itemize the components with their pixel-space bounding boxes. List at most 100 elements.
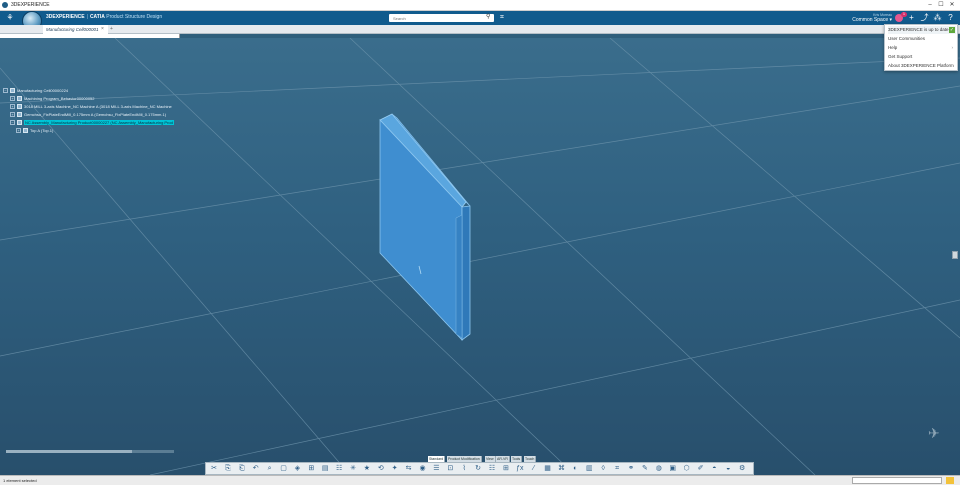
undo-icon[interactable]: ↶ bbox=[252, 465, 260, 473]
os-titlebar: 3DEXPERIENCE – ☐ ✕ bbox=[0, 0, 960, 11]
sweep-icon[interactable]: ⌇ bbox=[460, 465, 468, 473]
link-icon[interactable]: ⚭ bbox=[627, 465, 635, 473]
parameter-icon[interactable]: ⁄ bbox=[530, 465, 538, 473]
collapse-icon[interactable]: − bbox=[3, 88, 8, 94]
tree-node-top-a[interactable]: + Top A (Top.1) bbox=[16, 127, 53, 134]
dassault-logo-icon[interactable]: ⚘ bbox=[5, 13, 15, 23]
status-bar: 1 element selected bbox=[0, 475, 960, 485]
minimize-button[interactable]: – bbox=[925, 1, 935, 9]
tab-bar: Manufacturing Cell000001 × + bbox=[0, 25, 960, 34]
user-block[interactable]: Kris Moreau Common Space ▾ bbox=[852, 13, 892, 24]
search-icon[interactable]: ⚲ bbox=[486, 14, 493, 21]
cell-icon bbox=[10, 88, 15, 94]
machine-icon bbox=[17, 104, 22, 110]
app-icon bbox=[2, 2, 8, 8]
camera-icon[interactable]: ▣ bbox=[669, 465, 677, 473]
tree-node-nc-assembly[interactable]: − NC Assembly_Manufacturing Product000002… bbox=[10, 119, 174, 126]
check-icon: ✓ bbox=[949, 27, 955, 33]
expand-icon[interactable]: + bbox=[10, 96, 15, 102]
snap-icon[interactable]: ◈ bbox=[293, 465, 301, 473]
collapse-icon[interactable]: − bbox=[10, 120, 15, 126]
product-title: 3DEXPERIENCE | CATIA Product Structure Des… bbox=[46, 14, 162, 20]
app-label: CATIA bbox=[89, 14, 105, 20]
tree-node-tool[interactable]: + Gemchsu_FixPlateEndMill_0.175mm A (Gemc… bbox=[10, 111, 166, 118]
compass-icon[interactable]: ✦ bbox=[391, 465, 399, 473]
settings-icon[interactable]: ⚙ bbox=[738, 465, 746, 473]
pen-icon[interactable]: ✎ bbox=[641, 465, 649, 473]
tree-node-program[interactable]: + Machining Program_Behavior00000052 bbox=[10, 95, 95, 102]
tab-add-icon[interactable]: + bbox=[110, 25, 113, 34]
cube-icon[interactable]: ⬡ bbox=[683, 465, 691, 473]
share-icon[interactable]: ⇆ bbox=[405, 465, 413, 473]
tag-icon[interactable]: ⌗ bbox=[500, 13, 508, 22]
maximize-button[interactable]: ☐ bbox=[936, 1, 946, 9]
menu-item-about[interactable]: About 3DEXPERIENCE Platform bbox=[888, 62, 956, 70]
catalog-icon[interactable]: ☷ bbox=[335, 465, 343, 473]
star-icon[interactable]: ★ bbox=[363, 465, 371, 473]
add-icon[interactable]: + bbox=[907, 13, 916, 23]
help-icon[interactable]: ? bbox=[946, 13, 955, 23]
collab-space[interactable]: Common Space ▾ bbox=[852, 17, 892, 23]
zoom-icon[interactable]: ⌕ bbox=[266, 465, 274, 473]
table-icon[interactable]: ▤ bbox=[321, 465, 329, 473]
app-header: ⚘ 3DEXPERIENCE | CATIA Product Structure D… bbox=[0, 11, 960, 25]
menu-item-user-communities[interactable]: User Communities bbox=[888, 35, 956, 43]
expand-icon[interactable]: + bbox=[16, 128, 21, 134]
clash-icon[interactable]: ◊ bbox=[599, 465, 607, 473]
structure-icon[interactable]: ⊞ bbox=[502, 465, 510, 473]
help-menu: 3DEXPERIENCE is up to date ✓ User Commun… bbox=[884, 24, 958, 71]
assembly-icon bbox=[17, 120, 22, 126]
paste-icon[interactable]: ⎗ bbox=[238, 465, 246, 473]
program-icon bbox=[17, 96, 22, 102]
close-window-button[interactable]: ✕ bbox=[947, 1, 957, 9]
capture-icon[interactable]: ◉ bbox=[419, 465, 427, 473]
slider-icon[interactable]: ▥ bbox=[585, 465, 593, 473]
brand-label: 3DEXPERIENCE bbox=[46, 14, 85, 20]
submenu-arrow-icon: › bbox=[951, 45, 954, 50]
part-icon bbox=[23, 128, 28, 134]
apps-icon[interactable]: ⁂ bbox=[933, 13, 942, 23]
menu-item-up-to-date[interactable]: 3DEXPERIENCE is up to date ✓ bbox=[888, 26, 956, 34]
tab-manufacturing-cell[interactable]: Manufacturing Cell000001 bbox=[43, 25, 108, 34]
layers-icon[interactable]: ☷ bbox=[488, 465, 496, 473]
globe-icon[interactable]: ◍ bbox=[655, 465, 663, 473]
brush-icon[interactable]: ✐ bbox=[697, 465, 705, 473]
tool-icon bbox=[17, 112, 22, 118]
reframe-icon[interactable]: ⟲ bbox=[377, 465, 385, 473]
filter-icon[interactable]: ⌗ bbox=[613, 465, 621, 473]
part-top-a[interactable] bbox=[379, 113, 471, 342]
view-compass-icon[interactable]: ✈ bbox=[928, 424, 946, 442]
title-separator: | bbox=[86, 14, 88, 20]
share-icon[interactable]: ⤴ bbox=[920, 13, 929, 23]
tree-node-root[interactable]: − Manufacturing Cell00000224 bbox=[3, 87, 68, 94]
tree-node-machine[interactable]: +3018 MILL 3-axis Machine_NC Machine A (… bbox=[10, 103, 172, 110]
command-input[interactable] bbox=[852, 477, 942, 484]
action-bar: ✂ ⎘ ⎗ ↶ ⌕ ▢ ◈ ⊞ ▤ ☷ ✳ ★ ⟲ ✦ ⇆ ◉ ☰ ⊡ ⌇ ↻ ☷ ⊞ ƒx ⁄ ▦ ⌘ ◐ ▥ ◊ ⌗ ⚭ ✎ ◍ ▣ ⬡ ✐ ◓ ◒ ⚙ bbox=[205, 462, 754, 475]
menu-item-get-support[interactable]: Get Support bbox=[888, 53, 956, 61]
warning-icon[interactable] bbox=[946, 477, 954, 484]
assembly-icon[interactable]: ⊡ bbox=[446, 465, 454, 473]
paint-icon[interactable]: ◓ bbox=[710, 465, 718, 473]
search-input[interactable] bbox=[389, 14, 494, 22]
expand-icon[interactable]: + bbox=[10, 104, 15, 110]
tab-close-icon[interactable]: × bbox=[101, 26, 104, 33]
expand-icon[interactable]: + bbox=[10, 112, 15, 118]
rotate-icon[interactable]: ↻ bbox=[474, 465, 482, 473]
explode-icon[interactable]: ✳ bbox=[349, 465, 357, 473]
app-subtitle: Product Structure Design bbox=[106, 14, 163, 20]
menu-item-help[interactable]: Help › bbox=[888, 44, 956, 52]
grid-icon[interactable]: ▦ bbox=[544, 465, 552, 473]
tree-icon[interactable]: ☰ bbox=[432, 465, 440, 473]
frame-icon[interactable]: ▢ bbox=[280, 465, 288, 473]
network-icon[interactable]: ⌘ bbox=[558, 465, 566, 473]
measure-icon[interactable]: ⊞ bbox=[307, 465, 315, 473]
copy-icon[interactable]: ⎘ bbox=[224, 465, 232, 473]
section-icon[interactable]: ◐ bbox=[571, 465, 579, 473]
tree-scrollbar[interactable] bbox=[6, 450, 174, 453]
side-panel-handle[interactable] bbox=[952, 251, 958, 259]
scrollbar-thumb[interactable] bbox=[6, 450, 132, 453]
render-icon[interactable]: ◒ bbox=[724, 465, 732, 473]
scissors-icon[interactable]: ✂ bbox=[210, 465, 218, 473]
3d-viewport[interactable]: − Manufacturing Cell00000224 + Machining P… bbox=[0, 38, 960, 475]
formula-icon[interactable]: ƒx bbox=[516, 465, 524, 473]
